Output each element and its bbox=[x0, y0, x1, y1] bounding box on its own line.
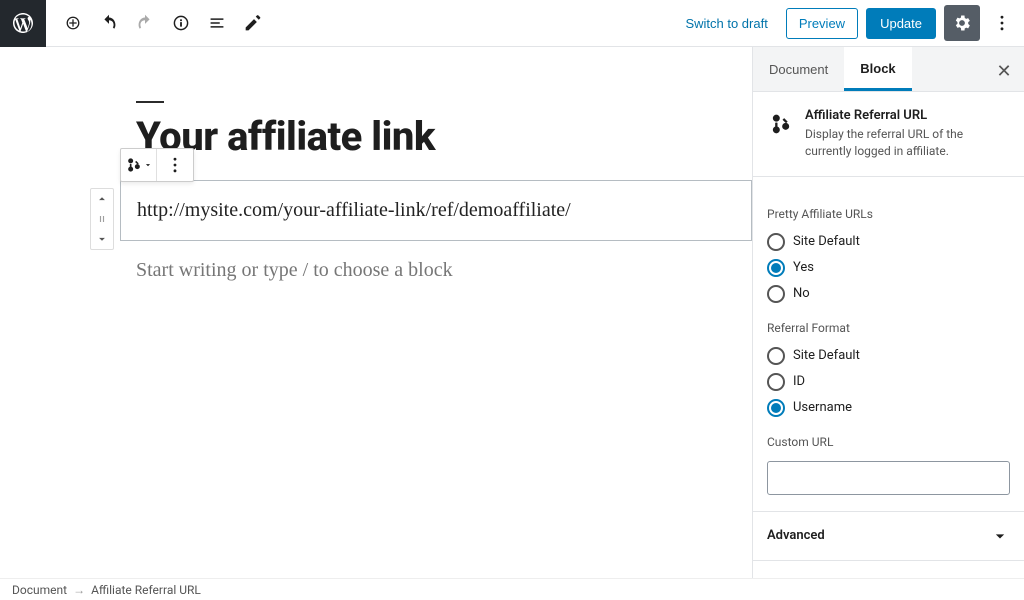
toolbar-right: Switch to draft Preview Update bbox=[675, 5, 1024, 41]
advanced-label: Advanced bbox=[767, 528, 825, 543]
redo-button[interactable] bbox=[128, 6, 162, 40]
add-block-button[interactable] bbox=[56, 6, 90, 40]
block-icon-dropdown[interactable] bbox=[121, 149, 157, 181]
wordpress-logo[interactable] bbox=[0, 0, 46, 47]
block-settings-panel: Pretty Affiliate URLs Site DefaultYesNo … bbox=[753, 177, 1024, 512]
breadcrumb: Document → Affiliate Referral URL bbox=[0, 578, 1024, 600]
toolbar-left bbox=[46, 6, 270, 40]
breadcrumb-root[interactable]: Document bbox=[12, 583, 67, 597]
block-toolbar bbox=[120, 148, 194, 182]
move-down[interactable] bbox=[91, 229, 113, 249]
pretty-urls-option-site-default[interactable]: Site Default bbox=[767, 229, 1010, 255]
switch-to-draft-button[interactable]: Switch to draft bbox=[675, 10, 777, 37]
block-card-panel: Affiliate Referral URL Display the refer… bbox=[753, 92, 1024, 177]
radio-label: ID bbox=[793, 374, 805, 389]
pretty-urls-option-yes[interactable]: Yes bbox=[767, 255, 1010, 281]
breadcrumb-current[interactable]: Affiliate Referral URL bbox=[91, 583, 201, 597]
update-button[interactable]: Update bbox=[866, 8, 936, 39]
custom-url-input[interactable] bbox=[767, 461, 1010, 495]
new-block-placeholder[interactable]: Start writing or type / to choose a bloc… bbox=[120, 241, 752, 300]
editor-canvas[interactable]: Your affiliate link http://mysit bbox=[0, 47, 752, 578]
radio-icon bbox=[767, 399, 785, 417]
title-divider bbox=[136, 101, 164, 103]
move-up[interactable] bbox=[91, 189, 113, 209]
block-more-options[interactable] bbox=[157, 149, 193, 181]
chevron-down-icon bbox=[990, 526, 1010, 546]
outline-button[interactable] bbox=[200, 6, 234, 40]
referral-format-option-site-default[interactable]: Site Default bbox=[767, 343, 1010, 369]
radio-label: No bbox=[793, 286, 810, 301]
drag-handle[interactable] bbox=[91, 209, 113, 229]
referral-format-label: Referral Format bbox=[767, 321, 1010, 335]
preview-button[interactable]: Preview bbox=[786, 8, 858, 39]
pretty-urls-option-no[interactable]: No bbox=[767, 281, 1010, 307]
block-movers bbox=[90, 188, 114, 250]
custom-url-label: Custom URL bbox=[767, 435, 1010, 449]
radio-label: Site Default bbox=[793, 234, 860, 249]
radio-icon bbox=[767, 259, 785, 277]
tab-block[interactable]: Block bbox=[844, 47, 911, 91]
advanced-panel-toggle[interactable]: Advanced bbox=[753, 512, 1024, 561]
block-card-description: Display the referral URL of the currentl… bbox=[805, 126, 1010, 160]
radio-icon bbox=[767, 373, 785, 391]
affiliate-icon bbox=[767, 110, 795, 138]
edit-button[interactable] bbox=[236, 6, 270, 40]
radio-icon bbox=[767, 285, 785, 303]
info-button[interactable] bbox=[164, 6, 198, 40]
referral-format-option-username[interactable]: Username bbox=[767, 395, 1010, 421]
block-card-title: Affiliate Referral URL bbox=[805, 108, 1010, 123]
pretty-urls-label: Pretty Affiliate URLs bbox=[767, 207, 1010, 221]
affiliate-url-block[interactable]: http://mysite.com/your-affiliate-link/re… bbox=[120, 180, 752, 241]
sidebar-tabs: Document Block ✕ bbox=[753, 47, 1024, 92]
editor-topbar: Switch to draft Preview Update bbox=[0, 0, 1024, 47]
more-menu-button[interactable] bbox=[988, 5, 1016, 41]
referral-format-option-id[interactable]: ID bbox=[767, 369, 1010, 395]
breadcrumb-separator: → bbox=[73, 583, 85, 597]
radio-label: Username bbox=[793, 400, 852, 415]
page-title[interactable]: Your affiliate link bbox=[120, 113, 752, 180]
radio-icon bbox=[767, 233, 785, 251]
affiliate-url-display[interactable]: http://mysite.com/your-affiliate-link/re… bbox=[120, 180, 752, 241]
undo-button[interactable] bbox=[92, 6, 126, 40]
radio-label: Site Default bbox=[793, 348, 860, 363]
close-sidebar[interactable]: ✕ bbox=[990, 57, 1018, 85]
tab-document[interactable]: Document bbox=[753, 47, 844, 91]
radio-icon bbox=[767, 347, 785, 365]
settings-sidebar: Document Block ✕ Affiliate Referral URL … bbox=[752, 47, 1024, 578]
radio-label: Yes bbox=[793, 260, 814, 275]
settings-toggle[interactable] bbox=[944, 5, 980, 41]
